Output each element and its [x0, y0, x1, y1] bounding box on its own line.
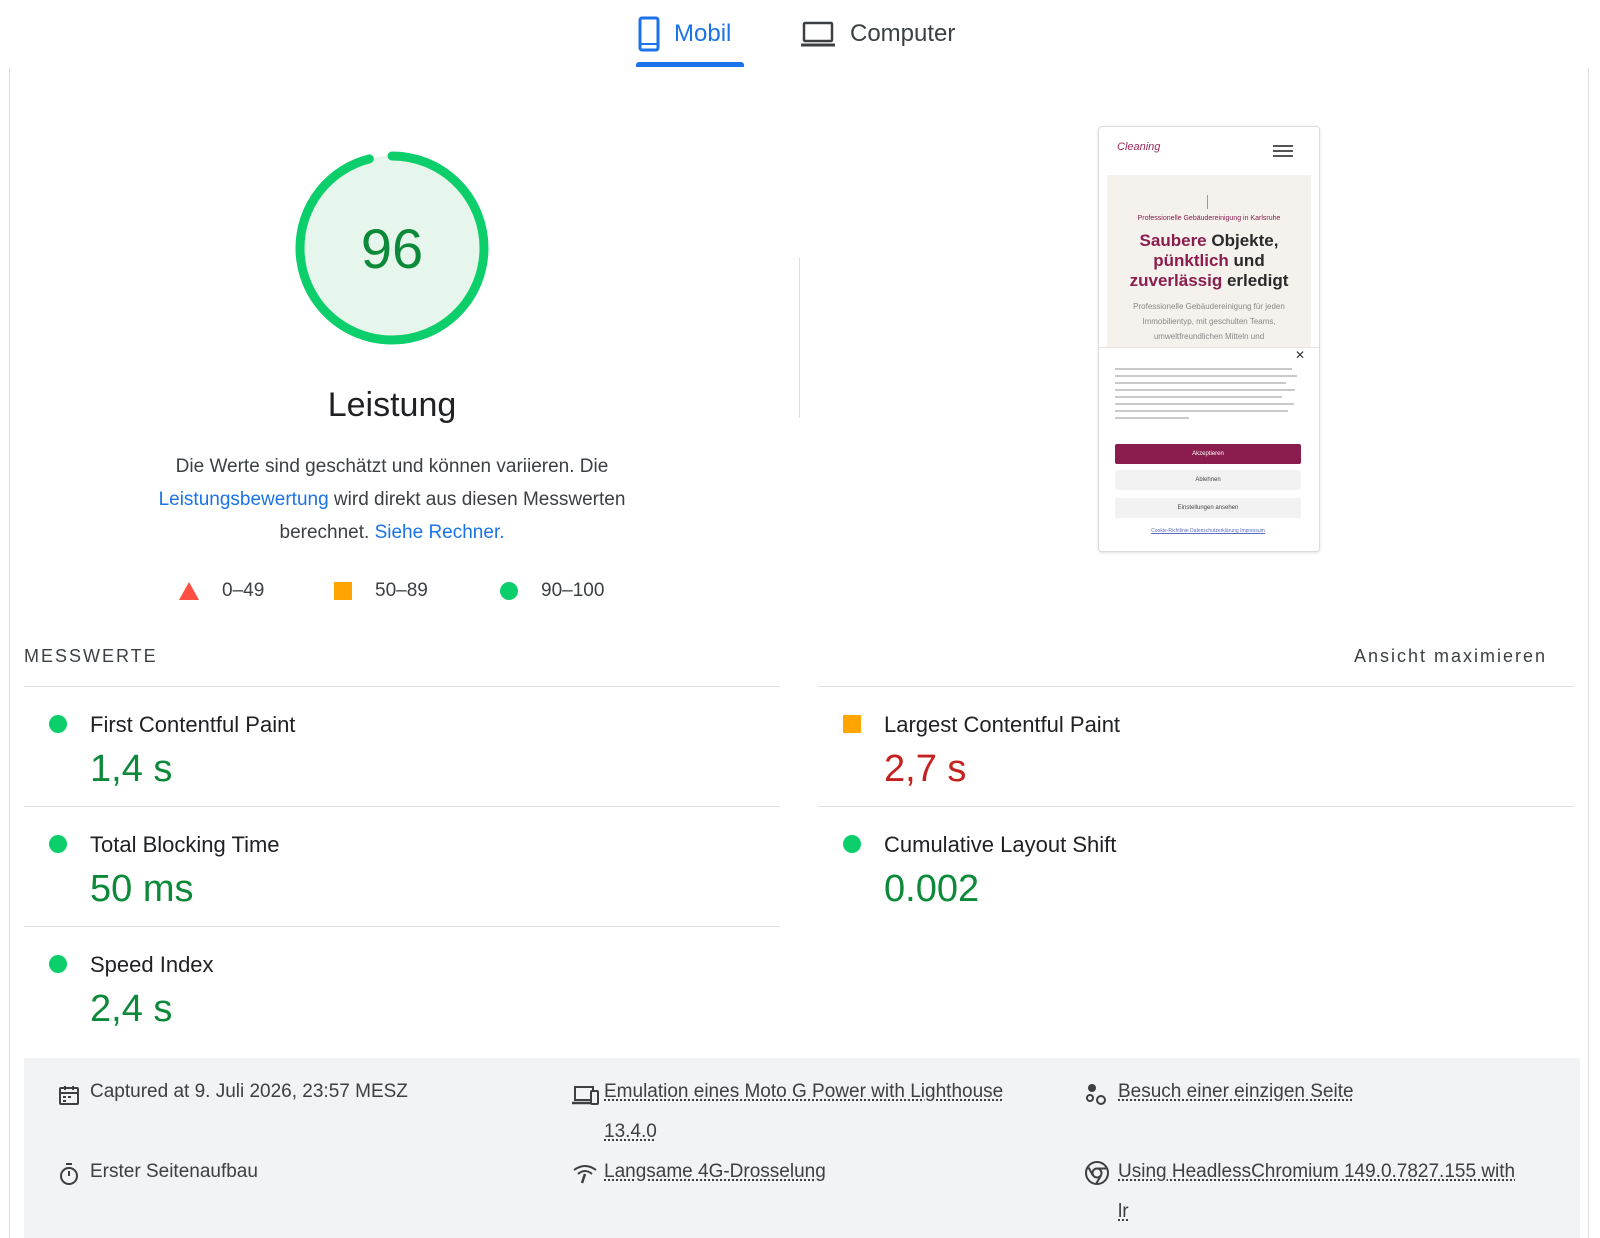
cookie-decline-button: Ablehnen: [1115, 470, 1301, 490]
cookie-text-lines: [1115, 368, 1301, 424]
legend-good-label: 90–100: [541, 580, 605, 601]
user-pages-icon: [1086, 1084, 1106, 1105]
legend-good: 90–100: [499, 580, 604, 602]
legend-average: 50–89: [333, 580, 428, 602]
metric-label: Largest Contentful Paint: [884, 712, 1121, 737]
headline-accent-2: pünktlich: [1153, 251, 1229, 270]
browser-info-tail-text: lr: [1118, 1201, 1129, 1222]
metric-value: 1,4 s: [90, 748, 173, 790]
emulation-version-text: 13.4.0: [604, 1121, 657, 1142]
metric-label: Speed Index: [90, 952, 214, 977]
single-page-text: Besuch einer einzigen Seite: [1118, 1081, 1354, 1102]
thumbnail-body-text: Professionelle Gebäudereinigung für jede…: [1133, 302, 1285, 341]
captured-timestamp: Captured at 9. Juli 2026, 23:57 MESZ: [90, 1081, 408, 1102]
tab-desktop-label: Computer: [850, 20, 956, 47]
thumbnail-cursor: [1207, 195, 1208, 209]
tab-mobile[interactable]: Mobil: [638, 8, 731, 60]
chrome-icon: [1085, 1161, 1109, 1185]
emulation-version-link[interactable]: 13.4.0: [604, 1112, 657, 1151]
cookie-accept-button: Akzeptieren: [1115, 444, 1301, 464]
good-circle-icon: [843, 835, 861, 853]
headline-rest-1: Objekte,: [1206, 231, 1279, 250]
calculator-link[interactable]: Siehe Rechner.: [375, 522, 505, 543]
metrics-section-label: MESSWERTE: [24, 646, 158, 666]
description-text-1: Die Werte sind geschätzt und können vari…: [175, 456, 609, 477]
metric-label: Total Blocking Time: [90, 832, 280, 857]
laptop-icon: [800, 20, 836, 48]
page-screenshot-thumbnail[interactable]: Cleaning Professionelle Gebäudereinigung…: [1098, 126, 1320, 552]
score-link[interactable]: Leistungsbewertung: [159, 489, 329, 510]
thumbnail-headline: Saubere Objekte, pünktlich und zuverläss…: [1111, 231, 1307, 291]
divider: [24, 686, 780, 687]
first-load-label: Erster Seitenaufbau: [90, 1161, 258, 1182]
performance-title: Leistung: [327, 386, 457, 424]
metric-value: 50 ms: [90, 868, 194, 910]
good-circle-icon: [49, 835, 67, 853]
triangle-icon: [179, 582, 199, 600]
tab-mobile-label: Mobil: [674, 20, 732, 47]
divider: [24, 926, 780, 927]
emulation-text: Emulation eines Moto G Power with Lighth…: [604, 1081, 1004, 1102]
browser-info-tail-link[interactable]: lr: [1118, 1192, 1129, 1231]
metric-value: 0.002: [884, 868, 980, 910]
throttling-link[interactable]: Langsame 4G-Drosselung: [604, 1152, 826, 1191]
metric-first-contentful-paint: First Contentful Paint 1,4 s: [24, 690, 774, 808]
legend-average-label: 50–89: [375, 580, 428, 601]
tab-desktop[interactable]: Computer: [800, 8, 955, 60]
calendar-icon: [59, 1086, 79, 1105]
throttling-text: Langsame 4G-Drosselung: [604, 1161, 826, 1182]
panel-border-left: [9, 68, 10, 1238]
headline-accent-3: zuverlässig: [1129, 271, 1223, 290]
divider: [24, 806, 780, 807]
metric-largest-contentful-paint: Largest Contentful Paint 2,7 s: [818, 690, 1568, 808]
cookie-links: Cookie-Richtlinie Datenschutzerklärung I…: [1151, 528, 1265, 534]
circle-icon: [500, 582, 518, 600]
metric-value: 2,7 s: [884, 748, 967, 790]
metric-total-blocking-time: Total Blocking Time 50 ms: [24, 810, 774, 928]
average-square-icon: [843, 715, 861, 733]
good-circle-icon: [49, 955, 67, 973]
timer-icon: [60, 1163, 78, 1185]
metric-value: 2,4 s: [90, 988, 173, 1030]
site-logo: Cleaning: [1117, 141, 1161, 153]
legend-poor-label: 0–49: [222, 580, 265, 601]
divider: [818, 806, 1574, 807]
cookie-banner: ✕ Akzeptieren Ablehnen Einstellungen ans…: [1099, 347, 1319, 551]
devices-icon: [572, 1086, 599, 1105]
cookie-settings-button: Einstellungen ansehen: [1115, 498, 1301, 518]
close-icon: ✕: [1295, 348, 1306, 362]
hamburger-menu-icon: [1273, 145, 1293, 159]
performance-description: Die Werte sind geschätzt und können vari…: [120, 450, 664, 549]
performance-score: 96: [360, 216, 424, 280]
metric-speed-index: Speed Index 2,4 s: [24, 930, 774, 1048]
metric-cumulative-layout-shift: Cumulative Layout Shift 0.002: [818, 810, 1568, 928]
panel-border-right: [1588, 68, 1589, 1238]
headline-accent-1: Saubere: [1139, 231, 1207, 250]
headline-rest-2: und: [1228, 251, 1265, 270]
vertical-divider: [799, 258, 800, 418]
network-signal-icon: [573, 1165, 597, 1184]
divider: [818, 686, 1574, 687]
good-circle-icon: [49, 715, 67, 733]
legend-poor: 0–49: [178, 580, 264, 602]
emulation-link[interactable]: Emulation eines Moto G Power with Lighth…: [604, 1072, 1003, 1111]
browser-info-link[interactable]: Using HeadlessChromium 149.0.7827.155 wi…: [1118, 1152, 1515, 1191]
active-tab-indicator: [636, 62, 744, 67]
metric-label: Cumulative Layout Shift: [884, 832, 1117, 857]
expand-view-toggle[interactable]: Ansicht maximieren: [1354, 646, 1547, 667]
runtime-settings-panel: Captured at 9. Juli 2026, 23:57 MESZ Ers…: [24, 1058, 1580, 1238]
phone-icon: [638, 16, 660, 52]
headline-rest-3: erledigt: [1222, 271, 1289, 290]
browser-info-text: Using HeadlessChromium 149.0.7827.155 wi…: [1118, 1161, 1516, 1182]
thumbnail-subtitle: Professionelle Gebäudereinigung in Karls…: [1137, 215, 1281, 222]
metric-label: First Contentful Paint: [90, 712, 296, 737]
square-icon: [334, 582, 352, 600]
single-page-link[interactable]: Besuch einer einzigen Seite: [1118, 1072, 1354, 1111]
